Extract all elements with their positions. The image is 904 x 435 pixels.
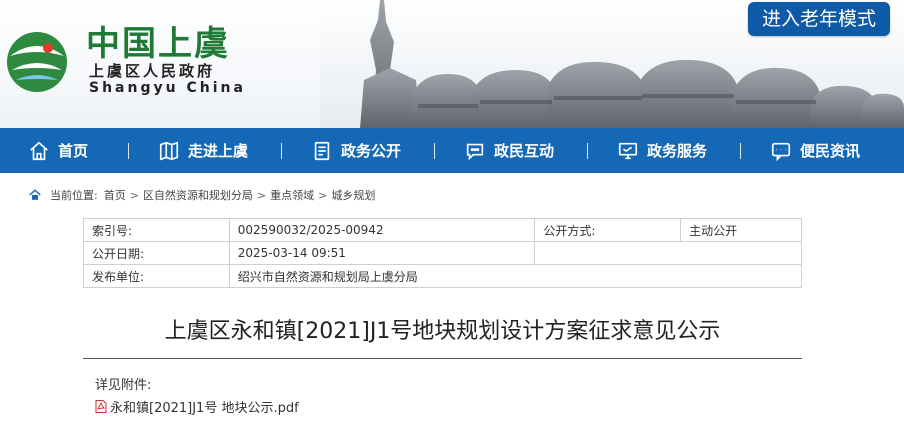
nav-divider (587, 143, 588, 159)
nav-label: 政务公开 (341, 142, 402, 160)
chat-icon (466, 143, 484, 160)
nav-label: 政民互动 (494, 142, 555, 160)
document-icon (314, 141, 330, 160)
breadcrumb-item-bureau[interactable]: 区自然资源和规划分局 (143, 187, 253, 203)
shangyu-emblem-icon (7, 32, 67, 92)
breadcrumb: 当前位置: 首页 > 区自然资源和规划分局 > 重点领域 > 城乡规划 (28, 186, 375, 204)
breadcrumb-item-focus[interactable]: 重点领域 (270, 187, 314, 203)
nav-item-home[interactable]: 首页 (28, 128, 88, 173)
attachments-label: 详见附件: (95, 378, 152, 393)
table-row: 发布单位: 绍兴市自然资源和规划局上虞分局 (83, 264, 803, 288)
date-label: 公开日期: (83, 241, 230, 265)
nav-label: 便民资讯 (800, 142, 861, 160)
breadcrumb-item-home[interactable]: 首页 (104, 187, 126, 203)
nav-item-services[interactable]: 政务服务 (617, 128, 707, 173)
breadcrumb-item-planning[interactable]: 城乡规划 (331, 187, 375, 203)
mode-label: 公开方式: (534, 218, 682, 242)
logo-subtitle: 上虞区人民政府 (89, 62, 216, 80)
map-icon (159, 141, 179, 160)
index-value: 002590032/2025-00942 (228, 218, 536, 242)
home-icon (30, 141, 48, 160)
title-divider (83, 358, 802, 359)
nav-divider (434, 143, 435, 159)
breadcrumb-prefix: 当前位置: (50, 189, 98, 202)
nav-item-info[interactable]: 便民资讯 (770, 128, 860, 173)
chevron-right-icon: > (129, 188, 139, 202)
monitor-icon (618, 142, 638, 159)
date-value: 2025-03-14 09:51 (228, 241, 536, 265)
attachment-name: 永和镇[2021]J1号 地块公示.pdf (110, 401, 299, 416)
nav-divider (128, 143, 129, 159)
nav-label: 走进上虞 (188, 142, 249, 160)
logo-title: 中国上虞 (86, 24, 230, 64)
nav-divider (740, 143, 741, 159)
elder-mode-button[interactable]: 进入老年模式 (748, 2, 890, 36)
info-table: 索引号: 002590032/2025-00942 公开方式: 主动公开 公开日… (83, 218, 803, 288)
index-label: 索引号: (83, 218, 230, 242)
article-title: 上虞区永和镇[2021]J1号地块规划设计方案征求意见公示 (164, 319, 721, 344)
empty-cell (534, 241, 802, 265)
pdf-icon (95, 400, 107, 413)
attachment-link[interactable]: 永和镇[2021]J1号 地块公示.pdf (95, 397, 299, 416)
publisher-label: 发布单位: (83, 264, 230, 288)
mode-value: 主动公开 (680, 218, 802, 242)
site-header: 中国上虞 上虞区人民政府 Shangyu China 进入老年模式 (0, 0, 904, 128)
publisher-value: 绍兴市自然资源和规划局上虞分局 (228, 264, 803, 288)
table-row: 公开日期: 2025-03-14 09:51 (83, 241, 802, 265)
home-icon (29, 189, 41, 200)
nav-divider (281, 143, 282, 159)
table-row: 索引号: 002590032/2025-00942 公开方式: 主动公开 (83, 218, 802, 242)
message-icon (771, 142, 791, 161)
logo-english: Shangyu China (89, 80, 246, 96)
main-nav: 首页 走进上虞 政务公开 政民互动 政务服务 便民资讯 (0, 128, 904, 173)
nav-label: 政务服务 (647, 142, 708, 160)
chevron-right-icon: > (256, 188, 267, 202)
nav-item-about[interactable]: 走进上虞 (158, 128, 248, 173)
nav-label: 首页 (58, 142, 89, 160)
nav-item-interaction[interactable]: 政民互动 (464, 128, 554, 173)
chevron-right-icon: > (318, 188, 328, 202)
nav-item-gov-open[interactable]: 政务公开 (311, 128, 401, 173)
